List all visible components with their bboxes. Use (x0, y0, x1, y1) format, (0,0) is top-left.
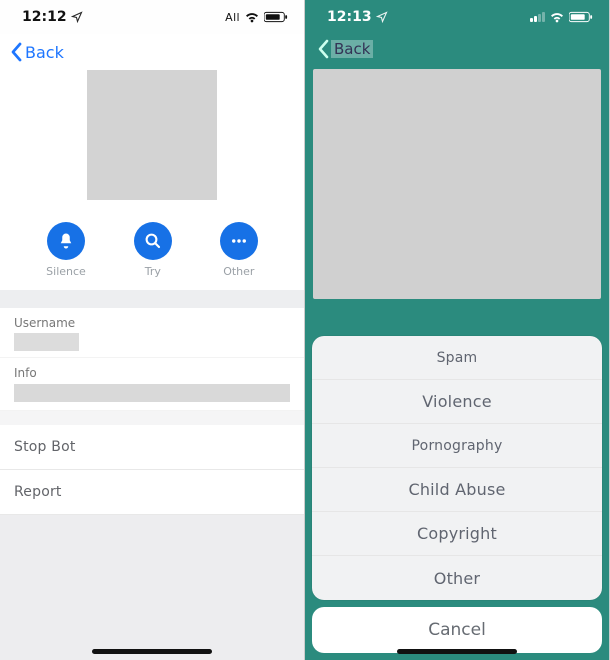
search-icon (144, 232, 162, 250)
home-indicator[interactable] (92, 649, 212, 654)
bell-icon (57, 232, 75, 250)
username-label: Username (14, 316, 290, 330)
status-time: 12:12 (22, 9, 67, 25)
username-value (14, 333, 79, 351)
username-field[interactable]: Username (0, 308, 304, 358)
action-search[interactable]: Try (134, 222, 172, 278)
chevron-left-icon (317, 39, 331, 59)
content-image (313, 69, 601, 299)
action-sheet: Spam Violence Pornography Child Abuse Co… (305, 329, 609, 660)
nav-bar: Back (0, 34, 304, 70)
phone-right: 12:13 Back Spam Violence Pornography Chi… (305, 0, 610, 660)
phone-left: 12:12 All Back Silence Try (0, 0, 305, 660)
back-label: Back (331, 40, 373, 58)
profile-hero: Silence Try Other (0, 70, 304, 290)
sheet-item-child-abuse[interactable]: Child Abuse (312, 468, 602, 512)
status-bar: 12:13 (305, 0, 609, 34)
sheet-options: Spam Violence Pornography Child Abuse Co… (312, 336, 602, 600)
wifi-icon (549, 11, 565, 23)
action-more[interactable]: Other (220, 222, 258, 278)
back-button[interactable]: Back (10, 42, 64, 62)
location-arrow-icon (71, 11, 83, 23)
info-field[interactable]: Info (0, 358, 304, 411)
report-button[interactable]: Report (0, 470, 304, 515)
action-label: Other (223, 265, 254, 278)
info-value (14, 384, 290, 402)
back-label: Back (25, 43, 64, 62)
empty-area (0, 515, 304, 660)
chevron-left-icon (10, 42, 24, 62)
carrier-label: All (225, 11, 240, 24)
status-bar: 12:12 All (0, 0, 304, 34)
section-divider (0, 411, 304, 425)
signal-icon (530, 12, 545, 22)
sheet-item-spam[interactable]: Spam (312, 336, 602, 380)
profile-actions: Silence Try Other (46, 222, 258, 278)
back-button[interactable]: Back (317, 39, 373, 59)
action-silence[interactable]: Silence (46, 222, 86, 278)
nav-bar: Back (305, 34, 609, 64)
info-label: Info (14, 366, 290, 380)
wifi-icon (244, 11, 260, 23)
location-arrow-icon (376, 11, 388, 23)
more-icon (230, 232, 248, 250)
section-divider (0, 290, 304, 308)
action-label: Silence (46, 265, 86, 278)
action-label: Try (145, 265, 161, 278)
sheet-item-copyright[interactable]: Copyright (312, 512, 602, 556)
sheet-item-pornography[interactable]: Pornography (312, 424, 602, 468)
battery-icon (569, 11, 593, 23)
sheet-item-other[interactable]: Other (312, 556, 602, 600)
status-time: 12:13 (327, 9, 372, 25)
cancel-button[interactable]: Cancel (312, 607, 602, 653)
home-indicator[interactable] (397, 649, 517, 654)
profile-image[interactable] (87, 70, 217, 200)
sheet-item-violence[interactable]: Violence (312, 380, 602, 424)
battery-icon (264, 11, 288, 23)
stop-bot-button[interactable]: Stop Bot (0, 425, 304, 470)
